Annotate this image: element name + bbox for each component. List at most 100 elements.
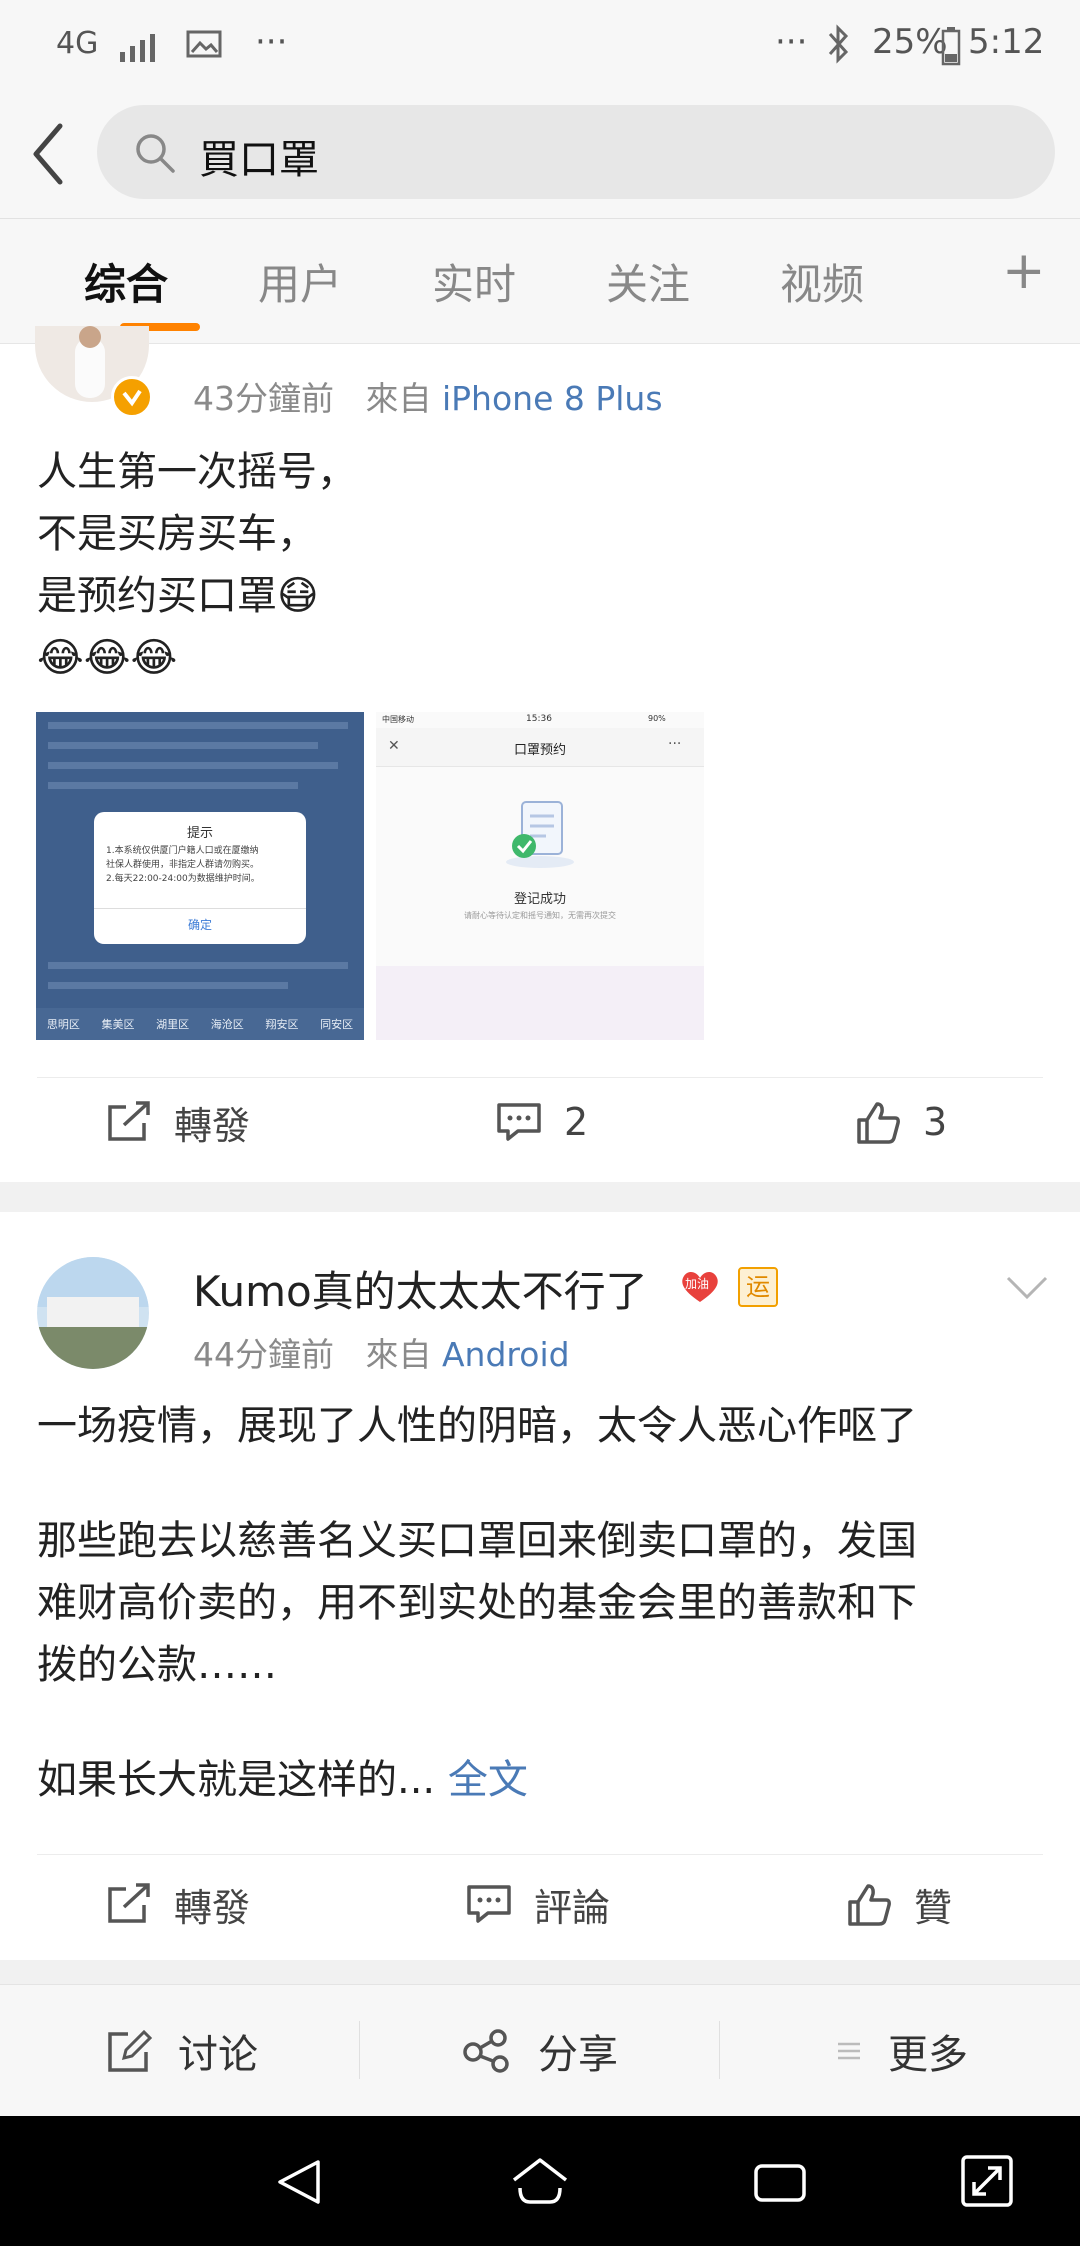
dialog-confirm-button: 确定 xyxy=(187,918,212,932)
tab-following[interactable]: 关注 xyxy=(606,251,690,312)
repost-icon xyxy=(108,1101,150,1141)
fortune-badge: 运 xyxy=(738,1267,778,1307)
tab-add-button[interactable]: + xyxy=(1002,241,1046,301)
district-tabs: 思明区 集美区 湖里区 海沧区 翔安区 同安区 xyxy=(36,1008,364,1040)
nav-home-icon[interactable] xyxy=(510,2156,570,2208)
divider xyxy=(359,2021,360,2079)
more-button[interactable]: 更多 xyxy=(836,1985,968,2117)
district-label: 集美区 xyxy=(101,1018,135,1031)
status-overflow-left: ··· xyxy=(255,22,288,62)
system-nav-bar xyxy=(0,2116,1080,2246)
network-type: 4G xyxy=(56,26,99,61)
img-more-icon: ··· xyxy=(668,736,682,752)
post-text-line: 那些跑去以慈善名义买口罩回来倒卖口罩的，发国 xyxy=(37,1518,917,1564)
post-text: 一场疫情，展现了人性的阴暗，太令人恶心作呕了 那些跑去以慈善名义买口罩回来倒卖口… xyxy=(37,1395,917,1811)
back-arrow-icon[interactable] xyxy=(28,122,68,186)
author-name[interactable]: Kumo真的太太太不行了 xyxy=(193,1258,648,1319)
read-more-link[interactable]: 全文 xyxy=(448,1757,528,1803)
post-card-2[interactable]: Kumo真的太太太不行了 加油 运 44分鐘前 來自 Android 一场疫情，… xyxy=(0,1212,1080,1960)
img-clock: 15:36 xyxy=(526,714,552,724)
source-prefix: 來自 xyxy=(365,379,432,418)
dialog-line: 2.每天22:00-24:00为数据维护时间。 xyxy=(106,874,260,884)
discuss-label: 讨论 xyxy=(178,2032,258,2078)
thumbs-up-icon xyxy=(848,1884,891,1926)
like-label: 贊 xyxy=(914,1885,953,1930)
img-battery: 90% xyxy=(648,714,666,723)
image-icon xyxy=(186,30,222,58)
district-label: 思明区 xyxy=(46,1018,80,1031)
post-text-line: 不是买房买车， xyxy=(37,511,317,557)
post-text-line: 😂😂😂 xyxy=(37,635,178,681)
post-text-line: 一场疫情，展现了人性的阴暗，太令人恶心作呕了 xyxy=(37,1403,917,1449)
dialog-line: 社保人群使用，非指定人群请勿购买。 xyxy=(106,860,260,870)
district-label: 翔安区 xyxy=(265,1018,299,1031)
post-source[interactable]: iPhone 8 Plus xyxy=(442,379,663,418)
like-button[interactable]: 贊 xyxy=(846,1848,952,1960)
post-actions: 轉發 評論 贊 xyxy=(0,1848,1080,1960)
chevron-down-icon[interactable] xyxy=(1005,1274,1049,1302)
thumbs-up-icon xyxy=(857,1102,900,1144)
status-overflow-right: ··· xyxy=(775,22,808,62)
success-illustration-icon xyxy=(506,801,574,868)
tab-realtime[interactable]: 实时 xyxy=(432,251,516,312)
comment-button[interactable]: 2 xyxy=(496,1062,588,1182)
source-prefix: 來自 xyxy=(365,1335,432,1374)
district-label: 同安区 xyxy=(320,1018,354,1031)
discuss-button[interactable]: 讨论 xyxy=(106,1985,258,2117)
menu-icon xyxy=(838,2042,860,2060)
comment-label: 評論 xyxy=(534,1885,611,1930)
share-label: 分享 xyxy=(538,2032,618,2078)
post-image-1[interactable]: 提示 1.本系统仅供厦门户籍人口或在厦缴纳 社保人群使用，非指定人群请勿购买。 … xyxy=(36,712,364,1040)
tab-comprehensive[interactable]: 综合 xyxy=(84,251,168,312)
cheer-heart-badge: 加油 xyxy=(680,1268,720,1304)
clock: 5:12 xyxy=(968,22,1045,62)
expand-icon[interactable] xyxy=(960,2154,1014,2208)
nav-recents-icon[interactable] xyxy=(752,2160,808,2204)
post-text: 人生第一次摇号， 不是买房买车， 是预约买口罩😷 😂😂😂 xyxy=(37,441,357,689)
post-image-2[interactable]: 中国移动 15:36 90% ✕ 口罩预约 ··· 登记成功 请耐心等待认定和摇… xyxy=(376,712,704,1040)
img-title: 口罩预约 xyxy=(513,743,566,758)
post-text-line: 人生第一次摇号， xyxy=(37,449,357,495)
battery-percent: 25% xyxy=(872,22,948,62)
bluetooth-icon xyxy=(828,24,849,64)
search-query: 買口罩 xyxy=(199,137,319,183)
comment-button[interactable]: 評論 xyxy=(466,1848,610,1960)
like-count: 3 xyxy=(923,1100,948,1144)
dialog-line: 1.本系统仅供厦门户籍人口或在厦缴纳 xyxy=(106,846,259,856)
nav-back-icon[interactable] xyxy=(274,2156,326,2208)
bottom-action-bar: 讨论 分享 更多 xyxy=(0,1984,1080,2117)
share-button[interactable]: 分享 xyxy=(462,1985,618,2117)
post-actions: 轉發 2 3 xyxy=(0,1062,1080,1182)
post-text-line: 难财高价卖的，用不到实处的基金会里的善款和下 xyxy=(37,1580,917,1626)
battery-icon xyxy=(941,27,961,66)
more-label: 更多 xyxy=(888,2032,968,2078)
dialog-title: 提示 xyxy=(186,826,213,841)
post-source[interactable]: Android xyxy=(442,1335,570,1374)
post-text-line: 如果长大就是这样的... xyxy=(37,1757,436,1803)
tab-users[interactable]: 用户 xyxy=(258,251,342,312)
avatar[interactable] xyxy=(37,1257,149,1369)
tab-video[interactable]: 视频 xyxy=(780,251,864,312)
repost-button[interactable]: 轉發 xyxy=(106,1848,250,1960)
tab-bar: 综合 用户 实时 关注 视频 + xyxy=(0,219,1080,344)
repost-icon xyxy=(108,1883,150,1923)
repost-button[interactable]: 轉發 xyxy=(106,1062,250,1182)
img-note: 请耐心等待认定和摇号通知，无需再次提交 xyxy=(464,911,616,920)
post-card-1[interactable]: 43分鐘前 來自 iPhone 8 Plus 人生第一次摇号， 不是买房买车， … xyxy=(0,326,1080,1182)
post-text-line: 是预约买口罩😷 xyxy=(37,573,319,619)
share-icon xyxy=(463,2029,509,2073)
status-bar: 4G ··· ··· 25% 5:12 xyxy=(0,0,1080,92)
post-text-line: 拨的公款…… xyxy=(37,1642,277,1688)
img-titlebar: ✕ 口罩预约 ··· xyxy=(376,728,704,767)
post-time: 44分鐘前 xyxy=(193,1335,334,1374)
edit-icon xyxy=(108,2029,152,2072)
dialog-body: 1.本系统仅供厦门户籍人口或在厦缴纳 社保人群使用，非指定人群请勿购买。 2.每… xyxy=(106,844,260,886)
verified-badge-icon xyxy=(111,376,153,418)
search-icon xyxy=(136,134,175,173)
post-time: 43分鐘前 xyxy=(193,379,334,418)
search-input[interactable]: 買口罩 xyxy=(97,105,1055,199)
search-header: 買口罩 xyxy=(0,92,1080,219)
post-meta: 44分鐘前 來自 Android xyxy=(193,1328,570,1376)
repost-label: 轉發 xyxy=(174,1885,251,1930)
like-button[interactable]: 3 xyxy=(855,1062,947,1182)
